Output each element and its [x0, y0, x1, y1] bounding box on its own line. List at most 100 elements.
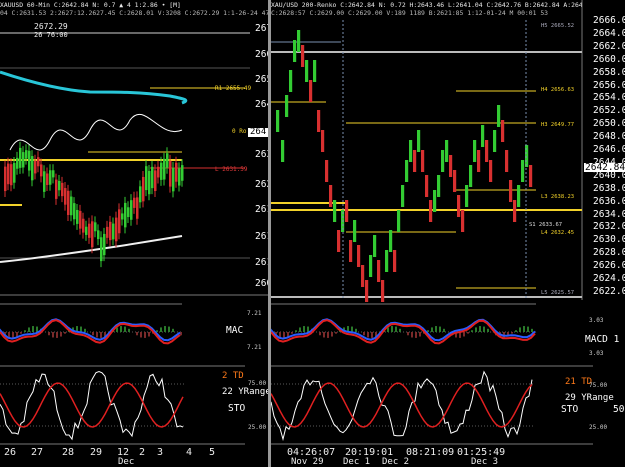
right-stoch-slow-line [271, 382, 533, 428]
left-candle [85, 226, 88, 235]
right-macd-hist-bar [291, 332, 293, 334]
right-macd-hist-bar [399, 328, 401, 332]
left-candle [151, 166, 154, 189]
right-renko-brick [525, 145, 529, 167]
left-macd-hist-bar [48, 332, 50, 336]
left-candle [10, 164, 13, 186]
left-stoch-tick-75: 75.00 [248, 380, 267, 387]
right-renko-brick [489, 160, 493, 182]
left-x-tick-4: 4 [186, 447, 193, 458]
right-renko-brick [321, 130, 325, 152]
left-candle [169, 160, 172, 187]
right-renko-brick [409, 140, 413, 162]
left-candle [22, 152, 25, 168]
right-renko-brick [465, 185, 469, 207]
right-macd-hist-bar [483, 326, 485, 332]
right-macd-hist-bar [431, 327, 433, 332]
left-price-plot[interactable] [0, 0, 268, 300]
left-stoch-slow-line [0, 382, 184, 428]
left-macd-hist-bar [24, 330, 26, 332]
right-stoch-tick-25: 25.00 [589, 424, 608, 431]
left-y-tick-7: 261 [255, 204, 268, 215]
right-renko-brick [305, 60, 309, 82]
left-stoch-td: 2 TD [222, 371, 244, 381]
right-renko-brick [429, 200, 433, 222]
left-candle [115, 217, 118, 242]
right-renko-brick [473, 140, 477, 162]
right-l5-label: L5 2625.57 [541, 290, 575, 296]
right-y-tick: 2646.00 [593, 144, 625, 155]
right-x-date-1: Nov 29 [291, 457, 324, 467]
left-candle [109, 221, 112, 241]
right-y-tick: 2632.00 [593, 221, 625, 233]
left-candle [13, 163, 16, 183]
right-renko-brick [389, 230, 393, 252]
left-chart-panel[interactable]: XAUUSD 60-Min C:2642.84 N: 0.7 ▲ 4 1:2.8… [0, 0, 268, 467]
right-x-date-4: Dec 3 [471, 457, 499, 467]
right-macd-tick-2: 3.03 [589, 350, 604, 357]
right-macd-hist-bar [479, 326, 481, 332]
right-renko-brick [453, 170, 457, 192]
right-price-plot[interactable] [271, 0, 625, 305]
left-y-tick-3: 265 [255, 74, 268, 85]
right-y-axis[interactable]: 2666.002664.002662.002660.002658.002656.… [585, 0, 625, 305]
right-renko-brick [493, 130, 497, 152]
left-candle [91, 221, 94, 248]
left-candle [19, 147, 22, 168]
left-candle [64, 188, 67, 205]
left-x-tick-28: 28 [62, 447, 75, 458]
right-renko-brick [509, 180, 513, 202]
left-candle [100, 237, 103, 262]
right-y-tick: 2650.00 [593, 118, 625, 130]
right-macd-hist-bar [415, 332, 417, 338]
left-macd-hist-bar [120, 326, 122, 332]
left-candle [166, 153, 169, 168]
left-macd-hist-bar [168, 326, 170, 332]
left-candle [73, 203, 76, 220]
left-y-tick-6: 262 [255, 179, 268, 190]
right-h3-label: H3 2649.77 [541, 122, 575, 128]
left-macd-hist-bar [96, 332, 98, 338]
left-macd-hist-bar [16, 332, 18, 337]
left-candle [49, 170, 52, 185]
right-stoch-range: 29 YRange [565, 393, 614, 403]
left-candle [121, 213, 124, 220]
right-renko-brick [293, 40, 297, 62]
right-h5-label: H5 2665.52 [541, 23, 575, 29]
right-renko-brick [513, 200, 517, 222]
right-macd-hist-bar [531, 328, 533, 332]
right-y-tick: 2658.00 [593, 66, 625, 78]
right-x-tick-3: 08:21:09 [406, 447, 455, 458]
left-macd-tick-1: 7.21 [247, 310, 262, 317]
left-y-tick-9: 261 [255, 257, 268, 268]
right-macd-hist-bar [515, 330, 517, 332]
left-stoch-fast-line [0, 370, 184, 441]
right-renko-brick [405, 160, 409, 182]
right-renko-brick [393, 250, 397, 272]
right-macd-plot[interactable] [271, 302, 625, 362]
left-candle [4, 166, 7, 192]
right-renko-brick [289, 70, 293, 92]
right-macd-hist-bar [351, 326, 353, 332]
right-renko-brick [413, 150, 417, 172]
left-pivot-r1-label: R1 2655.49 [215, 85, 252, 92]
right-chart-panel[interactable]: XAU/USD 200-Renko C:2642.84 N: 0.72 H:26… [271, 0, 625, 467]
right-macd-hist-bar [391, 326, 393, 332]
right-renko-brick [317, 110, 321, 132]
left-candle [160, 162, 163, 180]
left-macd-hist-bar [92, 332, 94, 336]
left-candle [130, 200, 133, 220]
right-renko-brick [297, 30, 301, 52]
right-macd-hist-bar [443, 328, 445, 332]
right-renko-brick [281, 140, 285, 162]
left-candle [94, 222, 97, 232]
left-macd-hist-bar [136, 332, 138, 336]
right-l3-label: L3 2638.23 [541, 194, 575, 200]
left-candle [88, 223, 91, 238]
left-stoch-tick-25: 25.00 [248, 424, 267, 431]
left-candle [58, 180, 61, 191]
left-candle [25, 150, 28, 159]
right-renko-brick [457, 195, 461, 217]
right-renko-brick [385, 250, 389, 272]
left-candle [76, 209, 79, 224]
